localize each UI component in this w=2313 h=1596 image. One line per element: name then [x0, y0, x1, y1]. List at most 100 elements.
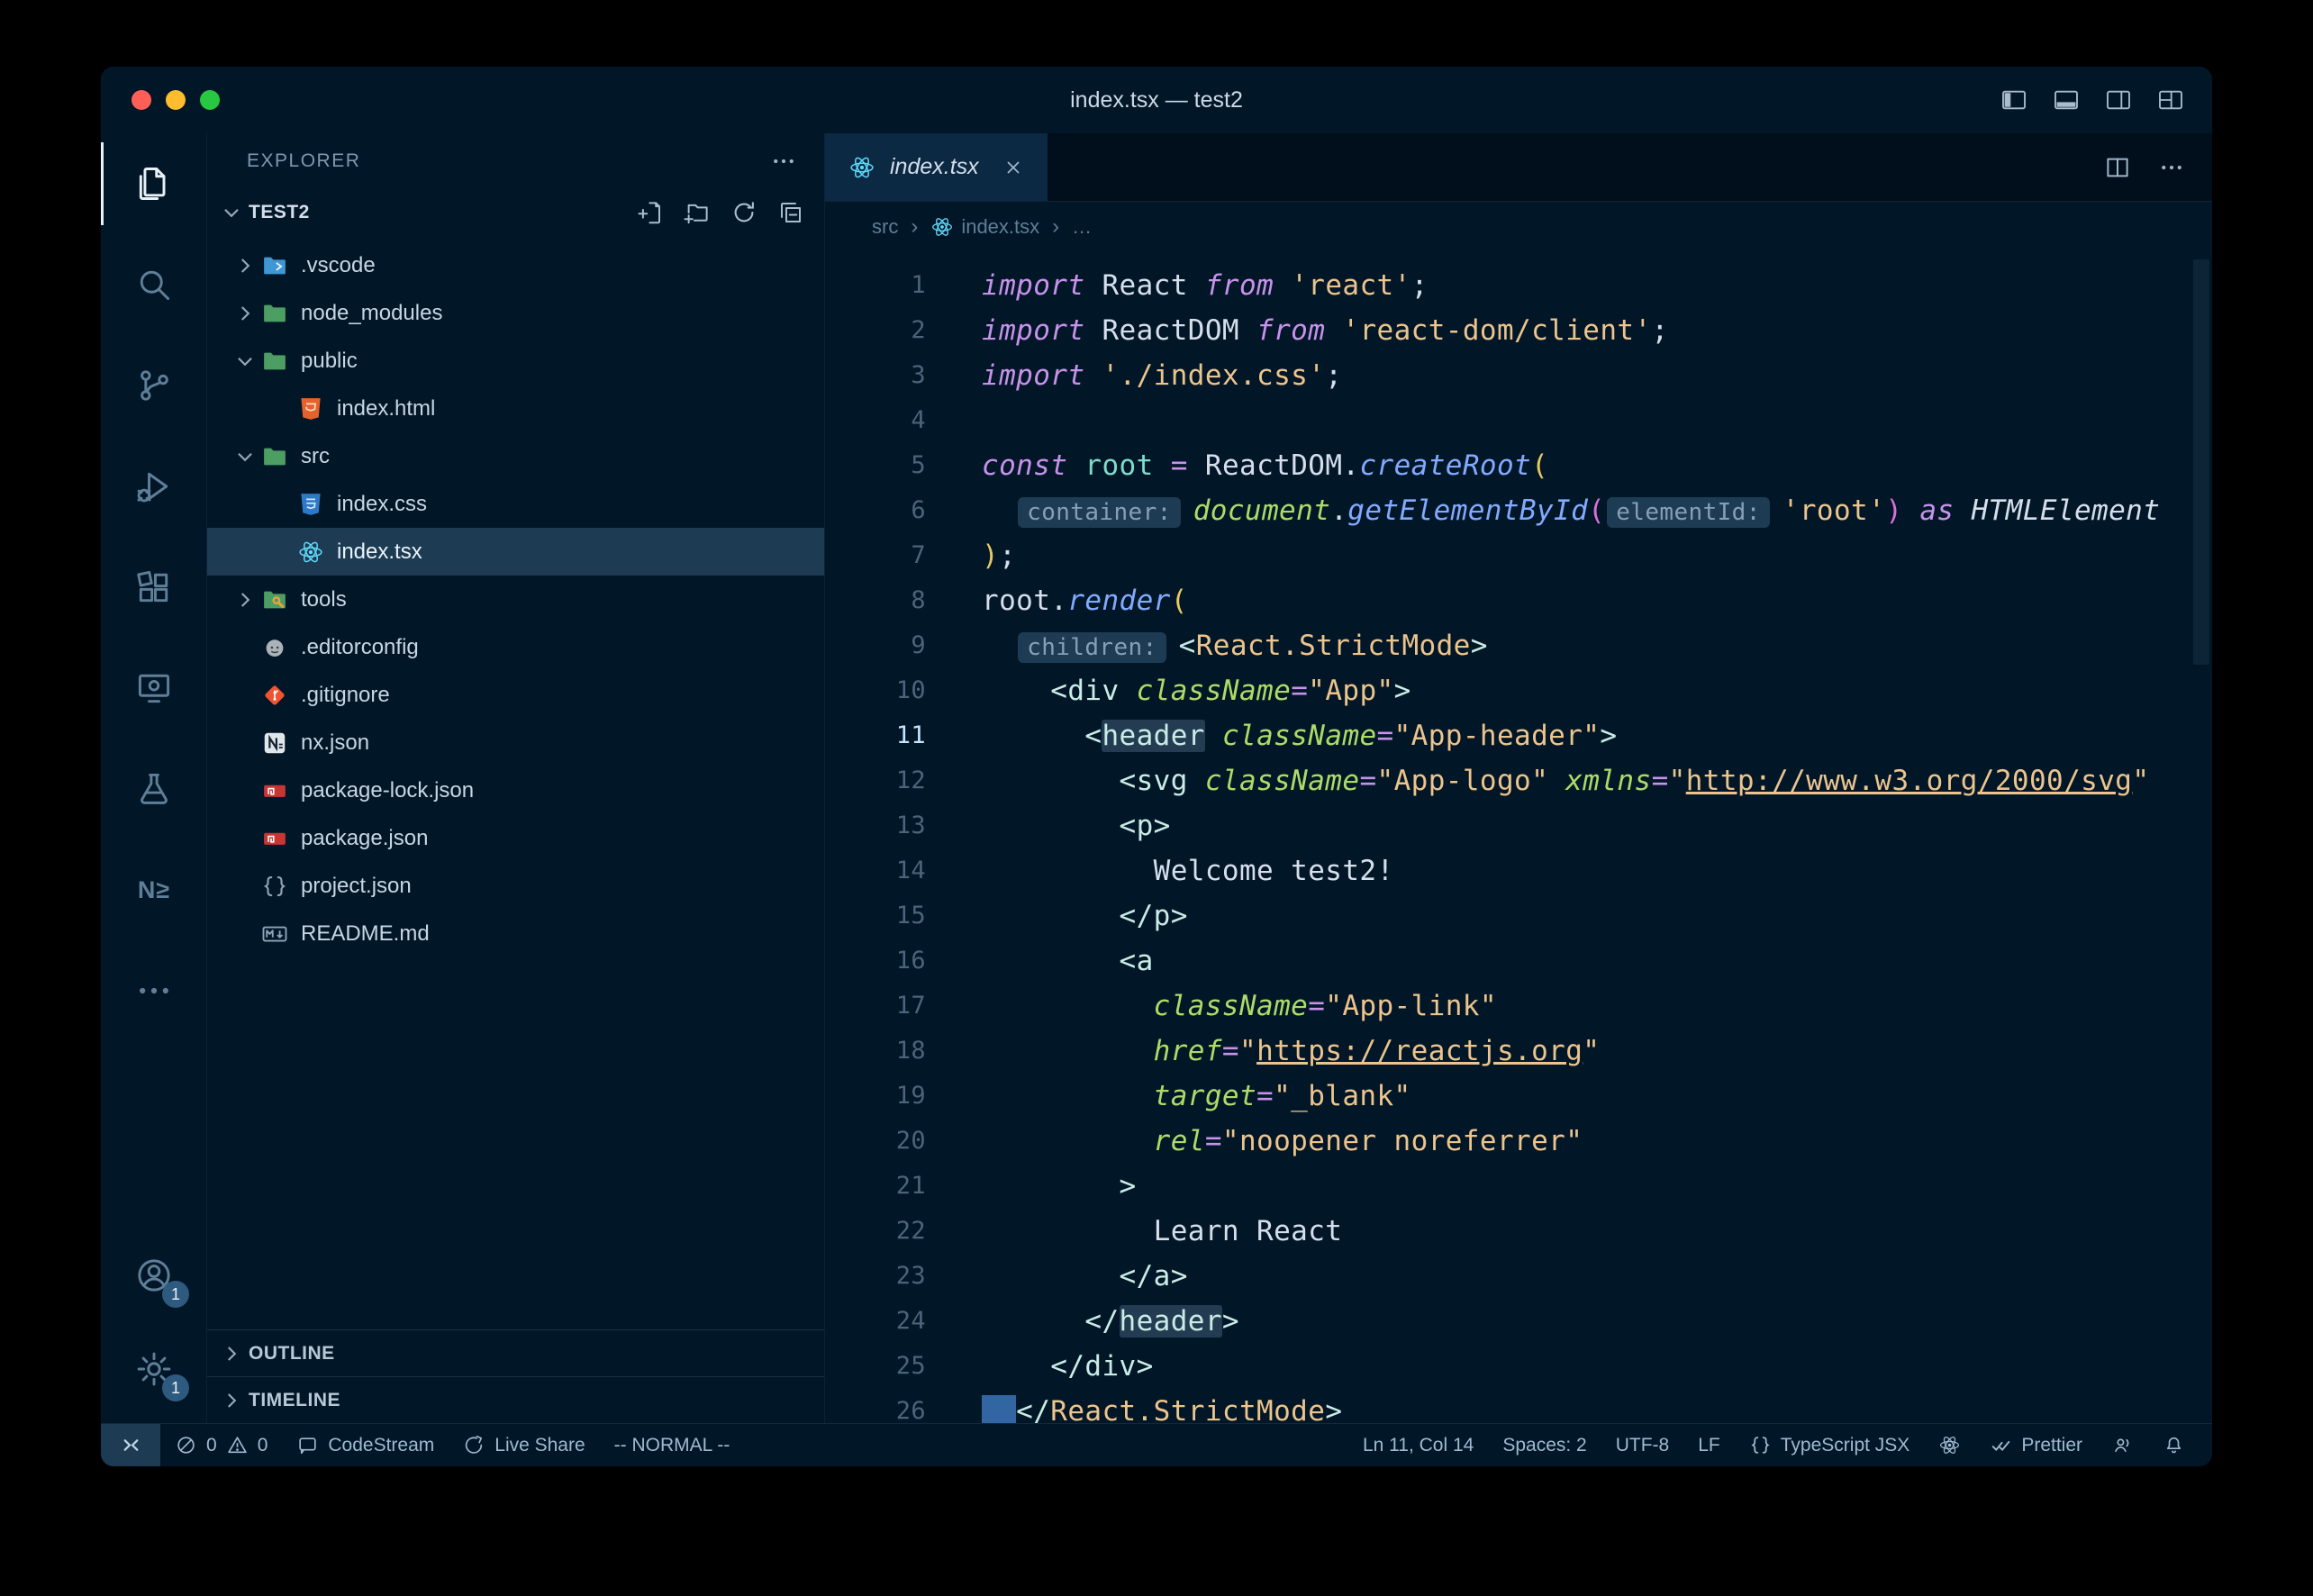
tree-item-node_modules[interactable]: node_modules: [207, 289, 824, 337]
status-live-share[interactable]: Live Share: [449, 1424, 599, 1466]
code-line-26[interactable]: 26 </React.StrictMode>: [825, 1389, 2212, 1423]
code-line-11[interactable]: 11 <header className="App-header">: [825, 713, 2212, 758]
status-remote-indicator[interactable]: [101, 1424, 160, 1466]
line-number[interactable]: 4: [825, 398, 926, 443]
activity-testing[interactable]: [101, 739, 207, 839]
zoom-button[interactable]: [200, 90, 220, 110]
activity-explorer[interactable]: [101, 133, 207, 234]
tree-item-package-lock.json[interactable]: package-lock.json: [207, 766, 824, 814]
chevron-right-icon[interactable]: [229, 302, 261, 325]
sidebar-more-actions-icon[interactable]: [770, 148, 797, 175]
line-number[interactable]: 23: [825, 1254, 926, 1299]
code-line-18[interactable]: 18 href="https://reactjs.org": [825, 1029, 2212, 1074]
split-editor-icon[interactable]: [2104, 154, 2131, 181]
status-eol[interactable]: LF: [1683, 1424, 1735, 1466]
line-number[interactable]: 22: [825, 1209, 926, 1254]
activity-more-actions[interactable]: [101, 940, 207, 1041]
code-line-8[interactable]: 8root.render(: [825, 578, 2212, 623]
code-line-9[interactable]: 9 children:<React.StrictMode>: [825, 623, 2212, 668]
tree-item-index.html[interactable]: index.html: [207, 385, 824, 432]
editor-scrollbar[interactable]: [2193, 259, 2209, 665]
status-codestream[interactable]: CodeStream: [282, 1424, 449, 1466]
activity-manage[interactable]: 1: [101, 1322, 207, 1416]
code-line-17[interactable]: 17 className="App-link": [825, 984, 2212, 1029]
line-number[interactable]: 25: [825, 1344, 926, 1389]
line-number[interactable]: 5: [825, 443, 926, 488]
line-number[interactable]: 12: [825, 758, 926, 803]
code-line-1[interactable]: 1import React from 'react';: [825, 263, 2212, 308]
line-number[interactable]: 19: [825, 1074, 926, 1119]
tree-item-index.tsx[interactable]: index.tsx: [207, 528, 824, 576]
code-line-15[interactable]: 15 </p>: [825, 893, 2212, 939]
tree-item-tools[interactable]: tools: [207, 576, 824, 623]
code-line-5[interactable]: 5const root = ReactDOM.createRoot(: [825, 443, 2212, 488]
status-vim-mode[interactable]: -- NORMAL --: [600, 1424, 745, 1466]
tree-item-.gitignore[interactable]: .gitignore: [207, 671, 824, 719]
line-number[interactable]: 15: [825, 893, 926, 939]
line-number[interactable]: 26: [825, 1389, 926, 1423]
code-line-13[interactable]: 13 <p>: [825, 803, 2212, 848]
code-line-19[interactable]: 19 target="_blank": [825, 1074, 2212, 1119]
code-line-24[interactable]: 24 </header>: [825, 1299, 2212, 1344]
tree-item-index.css[interactable]: index.css: [207, 480, 824, 528]
editor-more-actions-icon[interactable]: [2158, 154, 2185, 181]
status-feedback[interactable]: [2097, 1424, 2148, 1466]
code-line-4[interactable]: 4: [825, 398, 2212, 443]
status-encoding[interactable]: UTF-8: [1601, 1424, 1684, 1466]
tree-item-public[interactable]: public: [207, 337, 824, 385]
tree-item-package.json[interactable]: package.json: [207, 814, 824, 862]
code-line-22[interactable]: 22 Learn React: [825, 1209, 2212, 1254]
line-number[interactable]: 21: [825, 1164, 926, 1209]
customize-layout-icon[interactable]: [2156, 86, 2185, 114]
status-cursor-position[interactable]: Ln 11, Col 14: [1348, 1424, 1488, 1466]
tree-item-.vscode[interactable]: .vscode: [207, 241, 824, 289]
toggle-panel-icon[interactable]: [2052, 86, 2081, 114]
line-number[interactable]: 18: [825, 1029, 926, 1074]
toggle-primary-sidebar-icon[interactable]: [2000, 86, 2028, 114]
collapse-folders-icon[interactable]: [777, 199, 804, 226]
code-line-21[interactable]: 21 >: [825, 1164, 2212, 1209]
breadcrumb-item[interactable]: …: [1072, 215, 1092, 239]
line-number[interactable]: 9: [825, 623, 926, 668]
chevron-down-icon[interactable]: [229, 349, 261, 373]
line-number[interactable]: 8: [825, 578, 926, 623]
code-line-16[interactable]: 16 <a: [825, 939, 2212, 984]
status-notifications[interactable]: [2148, 1424, 2200, 1466]
tab-index-tsx[interactable]: index.tsx: [825, 133, 1048, 201]
panel-outline[interactable]: OUTLINE: [207, 1329, 824, 1376]
activity-run-and-debug[interactable]: [101, 436, 207, 537]
status-prettier[interactable]: Prettier: [1975, 1424, 2097, 1466]
line-number[interactable]: 17: [825, 984, 926, 1029]
code-line-12[interactable]: 12 <svg className="App-logo" xmlns="http…: [825, 758, 2212, 803]
tree-item-src[interactable]: src: [207, 432, 824, 480]
status-problems[interactable]: 00: [160, 1424, 282, 1466]
chevron-right-icon[interactable]: [229, 254, 261, 277]
status-indentation[interactable]: Spaces: 2: [1488, 1424, 1601, 1466]
activity-remote-explorer[interactable]: [101, 638, 207, 739]
minimize-button[interactable]: [166, 90, 186, 110]
code-line-23[interactable]: 23 </a>: [825, 1254, 2212, 1299]
activity-accounts[interactable]: 1: [101, 1229, 207, 1322]
line-number[interactable]: 2: [825, 308, 926, 353]
new-folder-icon[interactable]: [684, 199, 711, 226]
code-line-2[interactable]: 2import ReactDOM from 'react-dom/client'…: [825, 308, 2212, 353]
code-line-10[interactable]: 10 <div className="App">: [825, 668, 2212, 713]
close-button[interactable]: [132, 90, 151, 110]
toggle-secondary-sidebar-icon[interactable]: [2104, 86, 2133, 114]
code-editor[interactable]: 1import React from 'react';2import React…: [825, 252, 2212, 1423]
line-number[interactable]: 14: [825, 848, 926, 893]
project-section-header[interactable]: TEST2: [207, 189, 824, 236]
refresh-explorer-icon[interactable]: [730, 199, 757, 226]
status-react-extension[interactable]: [1924, 1424, 1975, 1466]
activity-extensions[interactable]: [101, 537, 207, 638]
close-tab-icon[interactable]: [1002, 157, 1024, 178]
line-number[interactable]: 13: [825, 803, 926, 848]
line-number[interactable]: 24: [825, 1299, 926, 1344]
tree-item-nx.json[interactable]: nx.json: [207, 719, 824, 766]
code-line-7[interactable]: 7);: [825, 533, 2212, 578]
line-number[interactable]: 16: [825, 939, 926, 984]
panel-timeline[interactable]: TIMELINE: [207, 1376, 824, 1423]
chevron-down-icon[interactable]: [229, 445, 261, 468]
tree-item-README.md[interactable]: README.md: [207, 910, 824, 957]
code-line-6[interactable]: 6 container:document.getElementById(elem…: [825, 488, 2212, 533]
